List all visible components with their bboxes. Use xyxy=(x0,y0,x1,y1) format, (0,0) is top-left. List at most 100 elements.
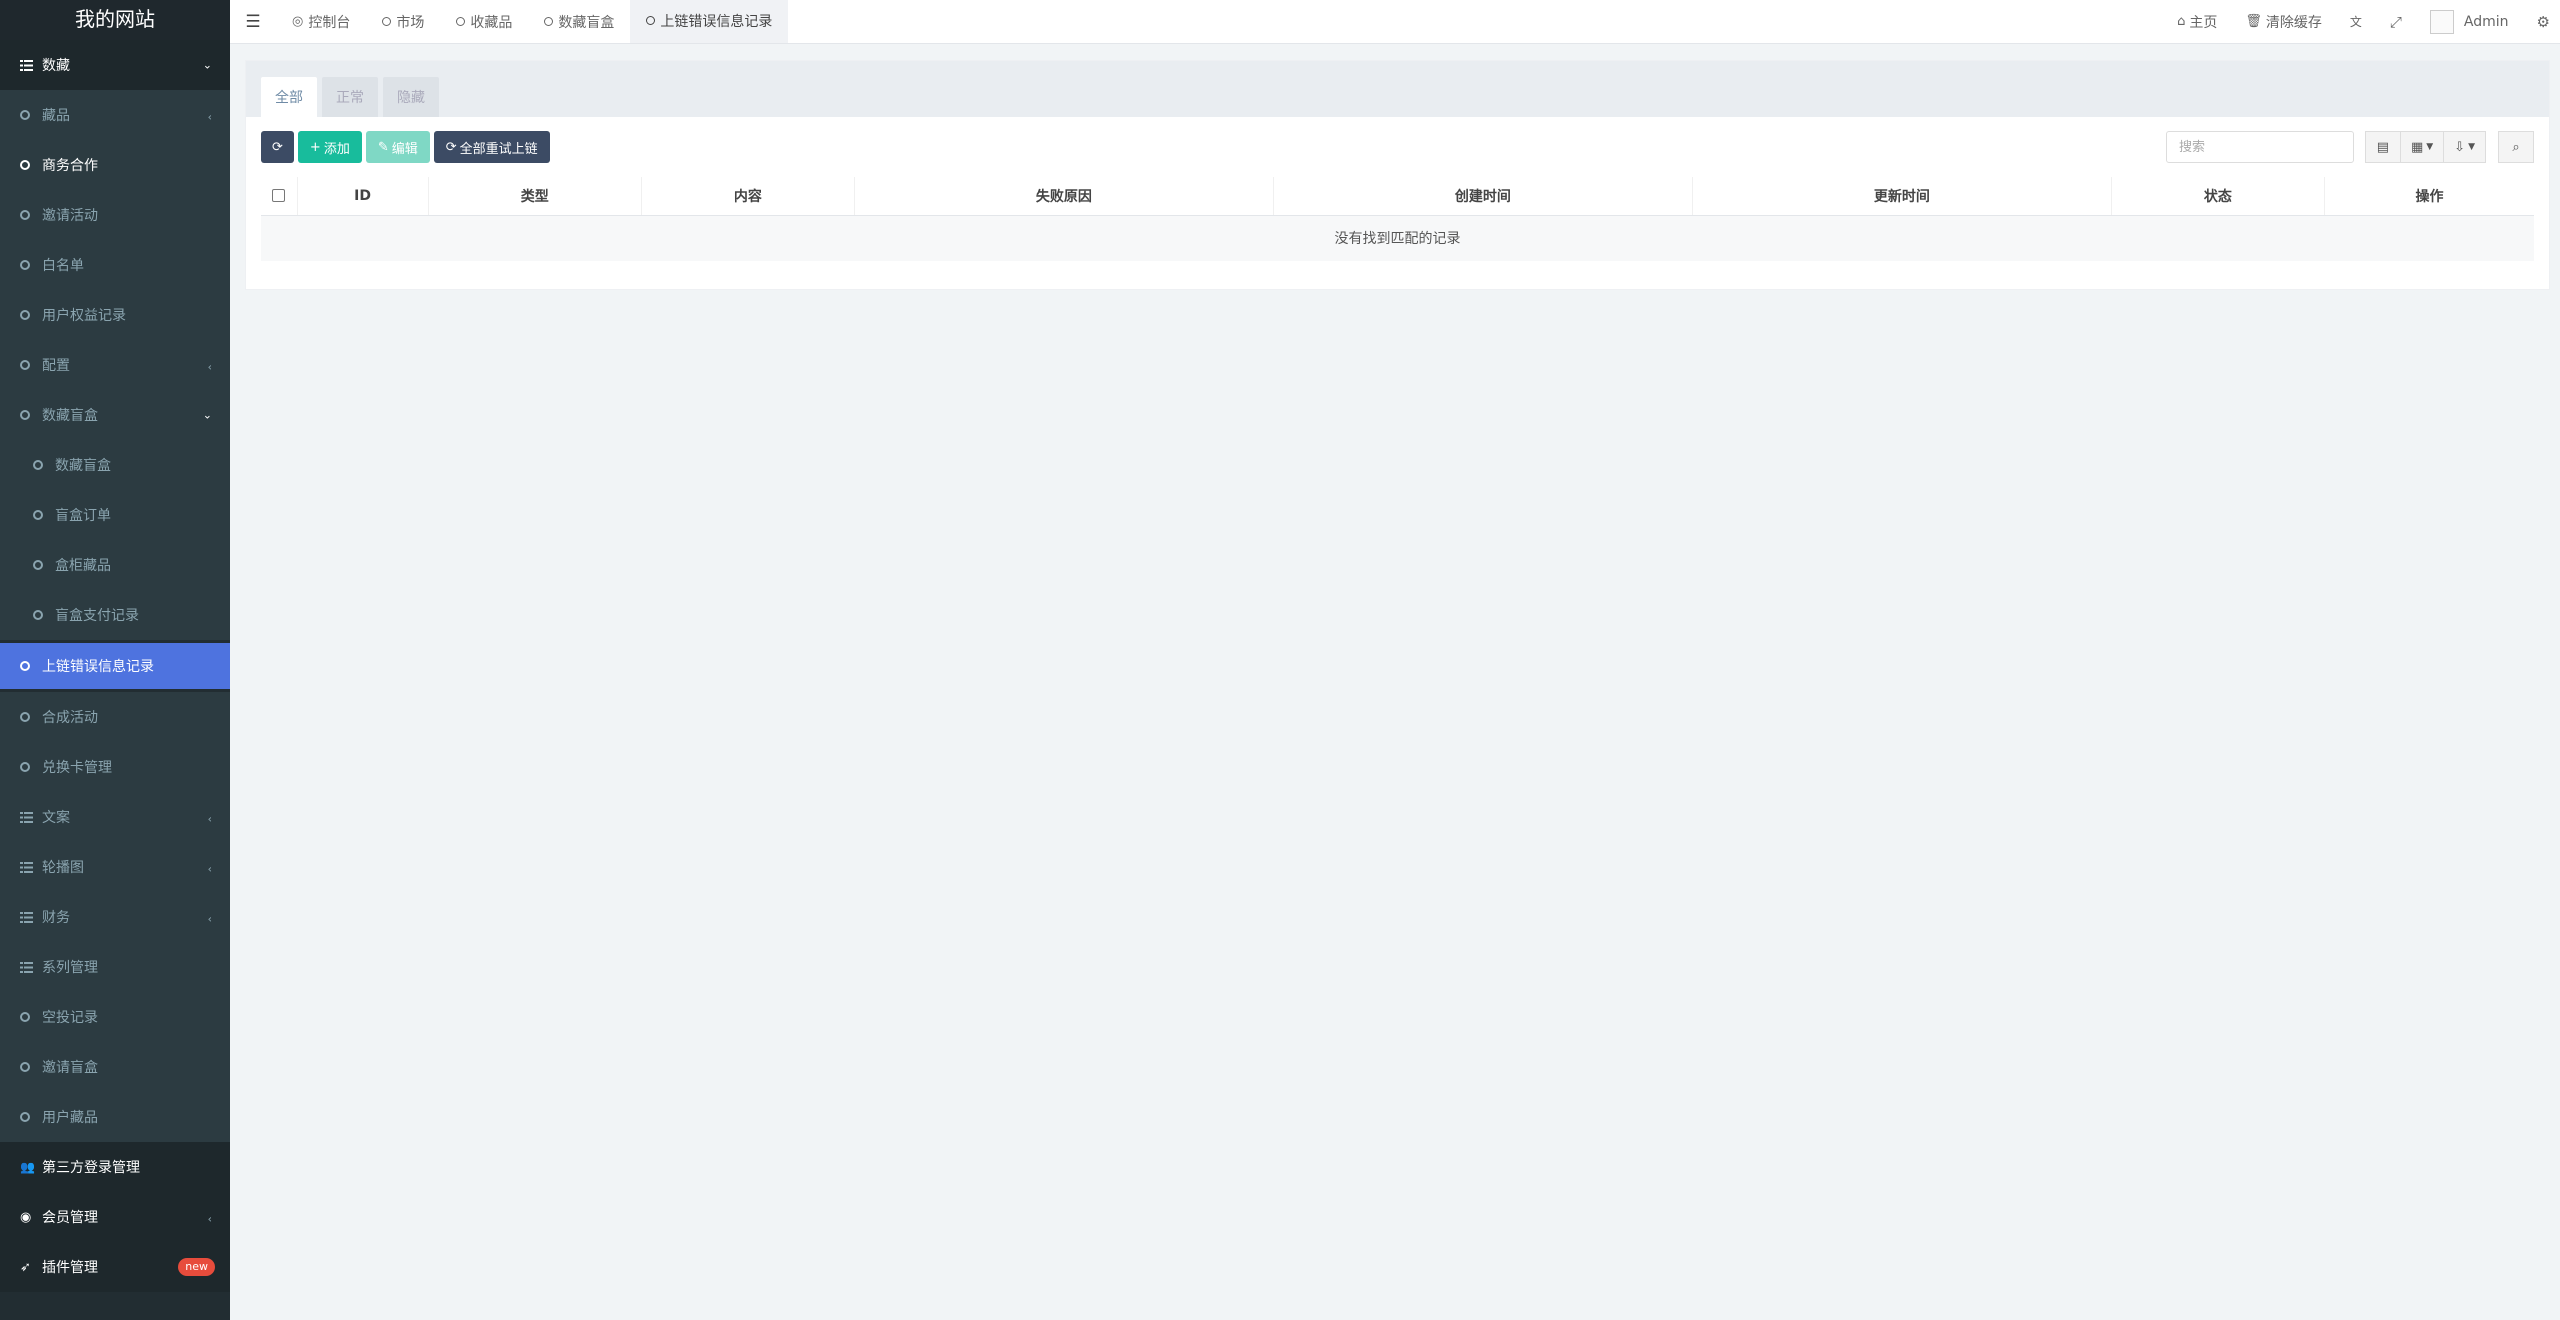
filter-tab-2[interactable]: 隐藏 xyxy=(383,77,439,117)
sidebar-item-label: 轮播图 xyxy=(42,860,84,876)
settings-button[interactable]: ⚙ xyxy=(2523,0,2560,44)
sidebar-item-7[interactable]: 数藏盲盒 ⌄ xyxy=(0,390,230,440)
tab-label: 数藏盲盒 xyxy=(558,14,615,31)
circle-icon xyxy=(20,360,37,370)
sidebar-item-label: 兑换卡管理 xyxy=(42,760,112,776)
pencil-icon: ✎ xyxy=(377,139,389,155)
clear-cache-button[interactable]: 🗑 清除缓存 xyxy=(2231,0,2336,44)
fullscreen-button[interactable]: ⤢ xyxy=(2376,0,2416,44)
sidebar-item-18[interactable]: 系列管理 xyxy=(0,942,230,992)
sidebar-item-22[interactable]: 👥 第三方登录管理 xyxy=(0,1142,230,1192)
retry-all-button[interactable]: ⟳ 全部重试上链 xyxy=(433,131,550,163)
caret-down-icon: ▼ xyxy=(2426,142,2434,152)
sidebar-item-label: 商务合作 xyxy=(42,158,98,174)
add-button[interactable]: + 添加 xyxy=(297,131,362,163)
filter-tabs: 全部 正常 隐藏 xyxy=(246,61,2549,117)
column-header[interactable]: 失败原因 xyxy=(853,177,1274,216)
tab-1[interactable]: 市场 xyxy=(366,0,440,43)
select-all-cell xyxy=(261,177,297,216)
table-header: ID 类型 内容 失败原因 创建时间 更新时间 状态 操作 xyxy=(261,177,2534,216)
columns-button[interactable]: ▦ ▼ xyxy=(2399,131,2445,163)
column-header[interactable]: ID xyxy=(296,177,429,216)
sidebar-item-10[interactable]: 盒柜藏品 xyxy=(0,540,230,590)
refresh-button[interactable]: ⟳ xyxy=(261,131,294,163)
export-button[interactable]: ⇩ ▼ xyxy=(2443,131,2486,163)
empty-message: 没有找到匹配的记录 xyxy=(261,215,2534,261)
sidebar-item-5[interactable]: 用户权益记录 xyxy=(0,290,230,340)
sidebar-item-24[interactable]: ➶ 插件管理 new xyxy=(0,1242,230,1292)
select-all-checkbox[interactable] xyxy=(272,189,286,203)
page-tabs: ◎ 控制台 市场 收藏品 数藏盲盒 上链错误信息记录 xyxy=(276,0,789,43)
sidebar-item-4[interactable]: 白名单 xyxy=(0,240,230,290)
user-menu[interactable]: Admin xyxy=(2416,0,2523,44)
column-header[interactable]: 操作 xyxy=(2323,177,2534,216)
sidebar-item-3[interactable]: 邀请活动 xyxy=(0,190,230,240)
circle-icon xyxy=(20,410,37,420)
sidebar-item-label: 白名单 xyxy=(42,258,84,274)
circle-icon xyxy=(456,17,466,26)
menu-toggle-icon[interactable]: ☰ xyxy=(230,0,276,43)
sidebar-item-2[interactable]: 商务合作 xyxy=(0,140,230,190)
circle-icon xyxy=(20,110,37,120)
filter-tab-1[interactable]: 正常 xyxy=(322,77,378,117)
sidebar-item-label: 用户权益记录 xyxy=(42,308,126,324)
tab-0[interactable]: ◎ 控制台 xyxy=(276,0,366,43)
site-logo[interactable]: 我的网站 xyxy=(0,0,230,40)
sidebar-item-14[interactable]: 兑换卡管理 xyxy=(0,742,230,792)
search-input[interactable] xyxy=(2165,131,2354,163)
new-badge: new xyxy=(178,1258,215,1276)
tab-3[interactable]: 数藏盲盒 xyxy=(528,0,630,43)
toggle-view-button[interactable]: ▤ xyxy=(2364,131,2401,163)
sidebar-item-16[interactable]: 轮播图 ‹ xyxy=(0,842,230,892)
filter-tab-0[interactable]: 全部 xyxy=(261,77,317,117)
circle-icon xyxy=(382,17,392,26)
column-header[interactable]: 更新时间 xyxy=(1691,177,2112,216)
list-view-icon: ▤ xyxy=(2376,139,2390,155)
tab-2[interactable]: 收藏品 xyxy=(440,0,528,43)
sidebar-item-8[interactable]: 数藏盲盒 xyxy=(0,440,230,490)
sidebar-item-label: 空投记录 xyxy=(42,1010,98,1026)
sidebar-item-12[interactable]: 上链错误信息记录 xyxy=(0,643,230,689)
chevron-down-icon: ⌄ xyxy=(202,58,212,72)
table-row: 没有找到匹配的记录 xyxy=(261,215,2534,261)
sidebar-item-19[interactable]: 空投记录 xyxy=(0,992,230,1042)
circle-icon xyxy=(20,712,37,722)
sidebar-item-label: 盲盒订单 xyxy=(55,508,111,524)
home-label: 主页 xyxy=(2189,14,2218,31)
language-button[interactable]: 文 xyxy=(2336,0,2376,44)
grid-icon: ▦ xyxy=(2410,139,2424,155)
column-header[interactable]: 类型 xyxy=(427,177,642,216)
sidebar-item-20[interactable]: 邀请盲盒 xyxy=(0,1042,230,1092)
circle-icon xyxy=(20,210,37,220)
sidebar-item-11[interactable]: 盲盒支付记录 xyxy=(0,590,230,640)
sidebar-item-1[interactable]: 藏品 ‹ xyxy=(0,90,230,140)
sidebar-item-21[interactable]: 用户藏品 xyxy=(0,1092,230,1142)
sidebar-item-0[interactable]: 数藏 ⌄ xyxy=(0,40,230,90)
sidebar-item-17[interactable]: 财务 ‹ xyxy=(0,892,230,942)
caret-down-icon: ▼ xyxy=(2468,142,2475,152)
search-toggle-button[interactable]: ⌕ xyxy=(2498,131,2534,163)
column-header[interactable]: 内容 xyxy=(640,177,855,216)
refresh-icon: ⟳ xyxy=(445,139,457,155)
user-circle-icon: ◉ xyxy=(20,1209,32,1225)
sidebar-item-label: 财务 xyxy=(42,910,70,926)
circle-icon xyxy=(20,762,37,772)
home-link[interactable]: ⌂ 主页 xyxy=(2163,0,2231,44)
sidebar: 我的网站 数藏 ⌄ 藏品 ‹ 商务合作 邀请活动 白名单 用户权益记录 配置 ‹ 数藏盲盒 ⌄ 数藏盲盒… xyxy=(0,0,230,1320)
chevron-left-icon: ‹ xyxy=(207,360,212,374)
list-icon xyxy=(20,60,37,71)
sidebar-item-6[interactable]: 配置 ‹ xyxy=(0,340,230,390)
sidebar-item-23[interactable]: ◉ 会员管理 ‹ xyxy=(0,1192,230,1242)
column-header[interactable]: 创建时间 xyxy=(1272,177,1693,216)
sidebar-item-9[interactable]: 盲盒订单 xyxy=(0,490,230,540)
sidebar-item-15[interactable]: 文案 ‹ xyxy=(0,792,230,842)
sidebar-item-13[interactable]: 合成活动 xyxy=(0,692,230,742)
list-icon xyxy=(20,912,37,923)
edit-button[interactable]: ✎ 编辑 xyxy=(365,131,430,163)
table-toolbar: ⟳ + 添加 ✎ 编辑 ⟳ 全部重试上链 ▤ ▦ ▼ xyxy=(246,117,2549,177)
circle-icon xyxy=(20,260,37,270)
tab-4[interactable]: 上链错误信息记录 xyxy=(630,0,789,43)
column-header[interactable]: 状态 xyxy=(2110,177,2325,216)
retry-label: 全部重试上链 xyxy=(459,141,538,157)
circle-icon xyxy=(33,610,50,620)
